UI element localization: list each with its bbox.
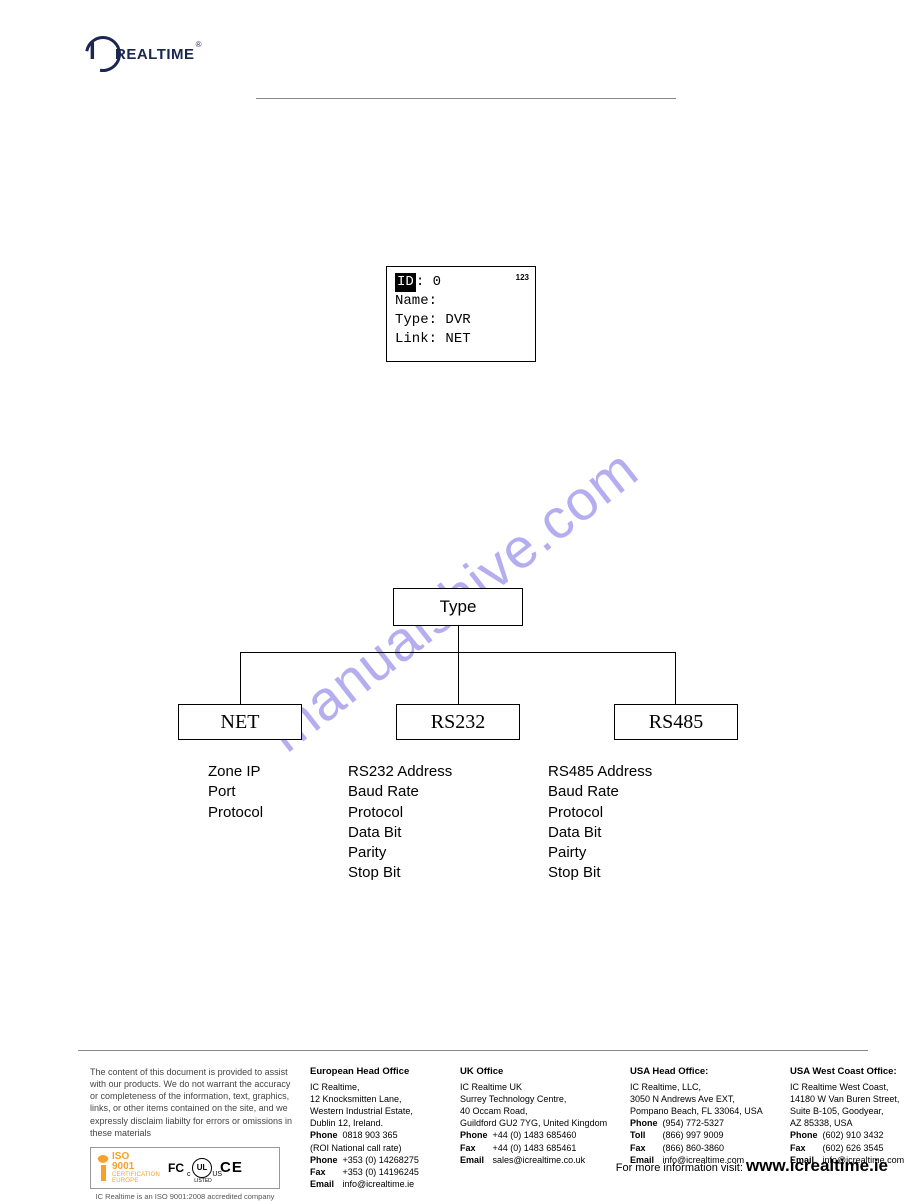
fc-badge-icon: FC: [168, 1162, 184, 1174]
eu-title: European Head Office: [310, 1066, 450, 1079]
device-type-row: Type: DVR: [395, 311, 527, 330]
eu-addr-line: Dublin 12, Ireland.: [310, 1117, 450, 1129]
west-addr-line: AZ 85338, USA: [790, 1117, 918, 1129]
iso-accredit-text: IC Realtime is an ISO 9001:2008 accredit…: [90, 1192, 280, 1201]
ul-badge-icon: ULLISTED: [192, 1158, 212, 1178]
west-title: USA West Coast Office:: [790, 1066, 918, 1079]
rs232-detail-line: Parity: [348, 843, 538, 863]
footer: The content of this document is provided…: [90, 1066, 888, 1201]
west-addr-line: IC Realtime West Coast,: [790, 1081, 918, 1093]
iso-sub1: CERTIFICATION: [112, 1172, 160, 1178]
eu-phone1: Phone 0818 903 365: [310, 1129, 450, 1141]
rs485-detail-line: RS485 Address: [548, 762, 738, 782]
tree-node-rs485: RS485: [614, 704, 738, 740]
logo-mark-icon: I: [85, 36, 121, 72]
device-name-row: Name:: [395, 292, 527, 311]
rs485-detail-line: Stop Bit: [548, 863, 738, 883]
tree-root-type: Type: [393, 588, 523, 626]
uk-fax: Fax +44 (0) 1483 685461: [460, 1142, 620, 1154]
uk-email: Email sales@icrealtime.co.uk: [460, 1154, 620, 1166]
tree-node-net: NET: [178, 704, 302, 740]
rs232-detail-line: Data Bit: [348, 823, 538, 843]
net-details: Zone IP Port Protocol: [178, 762, 338, 884]
usa-phone: Phone (954) 772-5327: [630, 1117, 780, 1129]
eu-phone2: Phone +353 (0) 14268275: [310, 1154, 450, 1166]
type-tree-diagram: Type NET RS232 RS485 Zone IP Port Protoc…: [178, 588, 738, 884]
id-label: ID: [395, 273, 416, 292]
uk-title: UK Office: [460, 1066, 620, 1079]
usa-fax: Fax (866) 860-3860: [630, 1142, 780, 1154]
registered-icon: ®: [196, 40, 202, 49]
rs232-detail-line: Protocol: [348, 803, 538, 823]
usa-title: USA Head Office:: [630, 1066, 780, 1079]
usa-addr-line: IC Realtime, LLC,: [630, 1081, 780, 1093]
rs485-detail-line: Protocol: [548, 803, 738, 823]
iso-sub2: EUROPE: [112, 1178, 160, 1184]
west-addr-line: 14180 W Van Buren Street,: [790, 1093, 918, 1105]
uk-addr-line: Guildford GU2 7YG, United Kingdom: [460, 1117, 620, 1129]
id-value: 0: [433, 274, 441, 290]
iso-badge-icon: ISO 9001 CERTIFICATION EUROPE: [97, 1152, 160, 1184]
rs485-detail-line: Baud Rate: [548, 782, 738, 802]
west-fax: Fax (602) 626 3545: [790, 1142, 918, 1154]
disclaimer-text: The content of this document is provided…: [90, 1066, 300, 1139]
footer-uk-office: UK Office IC Realtime UK Surrey Technolo…: [460, 1066, 620, 1201]
rs485-detail-line: Pairty: [548, 843, 738, 863]
usa-addr-line: 3050 N Andrews Ave EXT,: [630, 1093, 780, 1105]
rs485-detail-line: Data Bit: [548, 823, 738, 843]
name-label: Name:: [395, 293, 437, 309]
more-info-url: www.icrealtime.ie: [746, 1156, 888, 1175]
footer-eu-office: European Head Office IC Realtime, 12 Kno…: [310, 1066, 450, 1201]
uk-phone: Phone +44 (0) 1483 685460: [460, 1129, 620, 1141]
device-info-box: 123 ID: 0 Name: Type: DVR Link: NET: [386, 266, 536, 362]
eu-addr-line: 12 Knocksmitten Lane,: [310, 1093, 450, 1105]
net-detail-line: Port: [208, 782, 338, 802]
type-value: DVR: [445, 312, 470, 328]
rs232-details: RS232 Address Baud Rate Protocol Data Bi…: [348, 762, 538, 884]
footer-west-office: USA West Coast Office: IC Realtime West …: [790, 1066, 918, 1201]
footer-usa-office: USA Head Office: IC Realtime, LLC, 3050 …: [630, 1066, 780, 1201]
footer-divider: [78, 1050, 868, 1051]
iso-number: 9001: [112, 1162, 160, 1172]
eu-addr-line: IC Realtime,: [310, 1081, 450, 1093]
rs232-detail-line: Stop Bit: [348, 863, 538, 883]
uk-addr-line: 40 Occam Road,: [460, 1105, 620, 1117]
certification-badges: ISO 9001 CERTIFICATION EUROPE FC ULLISTE…: [90, 1147, 280, 1189]
device-link-row: Link: NET: [395, 330, 527, 349]
net-detail-line: Protocol: [208, 803, 338, 823]
brand-name: REALTIME: [115, 47, 195, 62]
footer-disclaimer-col: The content of this document is provided…: [90, 1066, 300, 1201]
header-divider: [256, 98, 676, 99]
device-id-row: ID: 0: [395, 273, 527, 292]
device-box-small-number: 123: [516, 273, 529, 282]
west-addr-line: Suite B-105, Goodyear,: [790, 1105, 918, 1117]
link-label: Link:: [395, 331, 437, 347]
more-info-line: For more information visit: www.icrealti…: [616, 1156, 888, 1176]
type-label: Type:: [395, 312, 437, 328]
rs232-detail-line: Baud Rate: [348, 782, 538, 802]
tree-node-rs232: RS232: [396, 704, 520, 740]
eu-fax: Fax +353 (0) 14196245: [310, 1166, 450, 1178]
ce-badge-icon: CE: [220, 1159, 243, 1176]
rs485-details: RS485 Address Baud Rate Protocol Data Bi…: [548, 762, 738, 884]
rs232-detail-line: RS232 Address: [348, 762, 538, 782]
west-phone: Phone (602) 910 3432: [790, 1129, 918, 1141]
brand-logo: I REALTIME ®: [85, 34, 235, 74]
eu-addr-line: Western Industrial Estate,: [310, 1105, 450, 1117]
tree-connector-lines: [178, 626, 738, 704]
usa-toll: Toll (866) 997 9009: [630, 1129, 780, 1141]
eu-email: Email info@icrealtime.ie: [310, 1178, 450, 1190]
more-info-prefix: For more information visit:: [616, 1162, 746, 1174]
usa-addr-line: Pompano Beach, FL 33064, USA: [630, 1105, 780, 1117]
uk-addr-line: Surrey Technology Centre,: [460, 1093, 620, 1105]
link-value: NET: [445, 331, 470, 347]
net-detail-line: Zone IP: [208, 762, 338, 782]
uk-addr-line: IC Realtime UK: [460, 1081, 620, 1093]
eu-roi: (ROI National call rate): [310, 1142, 450, 1154]
